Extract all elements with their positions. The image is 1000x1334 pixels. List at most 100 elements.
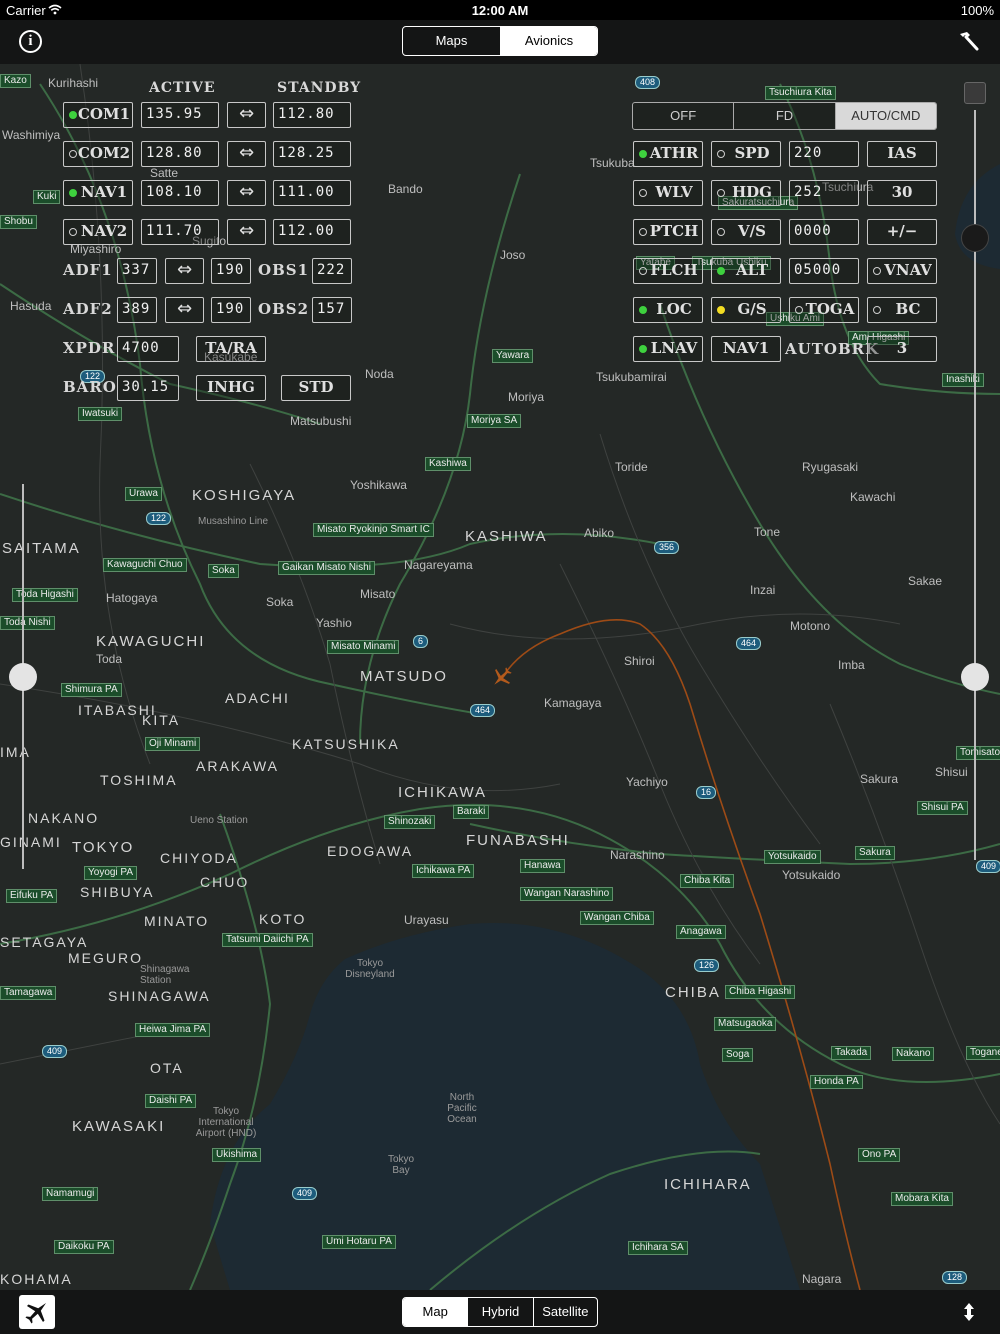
nav2-button[interactable]: NAV2 xyxy=(63,219,133,245)
tab-avionics[interactable]: Avionics xyxy=(500,27,597,55)
alt-field[interactable]: 05000 xyxy=(789,258,859,284)
nav-source-button[interactable]: NAV1 xyxy=(711,336,781,362)
adf1-standby-field[interactable]: 190 xyxy=(211,258,251,284)
status-dot xyxy=(639,306,647,314)
adf2-standby-field[interactable]: 190 xyxy=(211,297,251,323)
nav2-active-field[interactable]: 111.70 xyxy=(141,219,219,245)
com1-button[interactable]: COM1 xyxy=(63,102,133,128)
hammer-icon[interactable] xyxy=(956,29,980,53)
map-place-label: Satte xyxy=(150,166,179,180)
map-place-label: Yachiyo xyxy=(626,775,668,789)
up-down-arrow-icon[interactable] xyxy=(962,1302,976,1322)
nav1-standby-field[interactable]: 111.00 xyxy=(273,180,351,206)
trim-slider-knob[interactable] xyxy=(961,224,989,252)
map-place-label: SETAGAYA xyxy=(0,934,89,950)
ap-mode-fd[interactable]: FD xyxy=(733,103,834,129)
nav2-standby-field[interactable]: 112.00 xyxy=(273,219,351,245)
info-icon[interactable]: i xyxy=(19,30,42,53)
ap-mode-auto-cmd[interactable]: AUTO/CMD xyxy=(834,103,936,129)
map-poi-label: Tokyo Disneyland xyxy=(345,958,395,980)
autobrk-button[interactable]: 3 xyxy=(867,336,937,362)
spd-button[interactable]: SPD xyxy=(711,141,781,167)
nav2-swap-button[interactable]: ⇔ xyxy=(227,219,266,245)
route-shield: 126 xyxy=(694,959,720,972)
com1-active-field[interactable]: 135.95 xyxy=(141,102,219,128)
right-slider-track[interactable] xyxy=(974,110,976,860)
status-dot xyxy=(795,306,803,314)
map-place-label: KOHAMA xyxy=(0,1271,73,1287)
toga-button[interactable]: TOGA xyxy=(789,297,859,323)
hdg-field[interactable]: 252 xyxy=(789,180,859,206)
adf1-active-field[interactable]: 337 xyxy=(117,258,157,284)
alt-button[interactable]: ALT xyxy=(711,258,781,284)
com2-standby-field[interactable]: 128.25 xyxy=(273,141,351,167)
map-type-hybrid[interactable]: Hybrid xyxy=(467,1298,532,1326)
baro-field[interactable]: 30.15 xyxy=(117,375,179,401)
nav1-button[interactable]: NAV1 xyxy=(63,180,133,206)
lnav-button[interactable]: LNAV xyxy=(633,336,703,362)
gs-button[interactable]: G/S xyxy=(711,297,781,323)
xpdr-code-field[interactable]: 4700 xyxy=(117,336,179,362)
map-place-label: SHIBUYA xyxy=(80,884,155,900)
lnav-label: LNAV xyxy=(650,339,698,357)
com1-swap-button[interactable]: ⇔ xyxy=(227,102,266,128)
vs-button[interactable]: V/S xyxy=(711,219,781,245)
map-view[interactable]: KOSHIGAYA SAITAMA KAWAGUCHI KASHIWA MATS… xyxy=(0,64,1000,1290)
nav1-swap-button[interactable]: ⇔ xyxy=(227,180,266,206)
std-button[interactable]: STD xyxy=(281,375,351,401)
athr-button[interactable]: ATHR xyxy=(633,141,703,167)
map-place-label: Kamagaya xyxy=(544,696,602,710)
alt-label: ALT xyxy=(735,261,769,279)
ias-button[interactable]: IAS xyxy=(867,141,937,167)
bc-button[interactable]: BC xyxy=(867,297,937,323)
route-shield: 409 xyxy=(292,1187,318,1200)
com1-standby-field[interactable]: 112.80 xyxy=(273,102,351,128)
spd-field[interactable]: 220 xyxy=(789,141,859,167)
map-place-label: Shiroi xyxy=(624,654,655,668)
map-interchange-label: Shimura PA xyxy=(61,683,122,697)
ptch-button[interactable]: PTCH xyxy=(633,219,703,245)
map-type-map[interactable]: Map xyxy=(403,1298,468,1326)
adf2-swap-button[interactable]: ⇔ xyxy=(165,297,204,323)
com2-swap-button[interactable]: ⇔ xyxy=(227,141,266,167)
right-slider-knob[interactable] xyxy=(961,663,989,691)
bottom-bar: Map Hybrid Satellite xyxy=(0,1290,1000,1334)
inhg-button[interactable]: INHG xyxy=(196,375,266,401)
map-type-satellite[interactable]: Satellite xyxy=(532,1298,597,1326)
hdg-button[interactable]: HDG xyxy=(711,180,781,206)
vnav-button[interactable]: VNAV xyxy=(867,258,937,284)
map-interchange-label: Kawaguchi Chuo xyxy=(103,558,187,572)
flch-button[interactable]: FLCH xyxy=(633,258,703,284)
obs1-field[interactable]: 222 xyxy=(312,258,352,284)
left-slider-knob[interactable] xyxy=(9,663,37,691)
ap-mode-off[interactable]: OFF xyxy=(633,103,733,129)
status-dot xyxy=(69,150,77,158)
map-place-label: SHINAGAWA xyxy=(108,988,211,1004)
nav1-active-field[interactable]: 108.10 xyxy=(141,180,219,206)
standby-header: STANDBY xyxy=(277,80,362,96)
map-interchange-label: Ichihara SA xyxy=(628,1241,688,1255)
map-place-label: Yashio xyxy=(316,616,352,630)
autopilot-mode-control: OFF FD AUTO/CMD xyxy=(632,102,937,130)
status-dot xyxy=(639,228,647,236)
tab-maps[interactable]: Maps xyxy=(403,27,500,55)
center-on-aircraft-button[interactable] xyxy=(19,1295,55,1329)
bank-limit-button[interactable]: 30 xyxy=(867,180,937,206)
com2-active-field[interactable]: 128.80 xyxy=(141,141,219,167)
map-line-label: Musashino Line xyxy=(198,516,269,527)
map-interchange-label: Ukishima xyxy=(212,1148,262,1162)
status-dot xyxy=(717,228,725,236)
loc-button[interactable]: LOC xyxy=(633,297,703,323)
wlv-button[interactable]: WLV xyxy=(633,180,703,206)
xpdr-label: XPDR xyxy=(63,339,116,357)
obs2-field[interactable]: 157 xyxy=(312,297,352,323)
vs-field[interactable]: 0000 xyxy=(789,219,859,245)
adf1-swap-button[interactable]: ⇔ xyxy=(165,258,204,284)
route-shield: 409 xyxy=(42,1045,68,1058)
com2-button[interactable]: COM2 xyxy=(63,141,133,167)
xpdr-mode-button[interactable]: TA/RA xyxy=(196,336,266,362)
adf2-active-field[interactable]: 389 xyxy=(117,297,157,323)
map-interchange-label: Toda Nishi xyxy=(0,616,55,630)
plus-minus-button[interactable]: +/− xyxy=(867,219,937,245)
map-interchange-label: Togane xyxy=(966,1046,1000,1060)
